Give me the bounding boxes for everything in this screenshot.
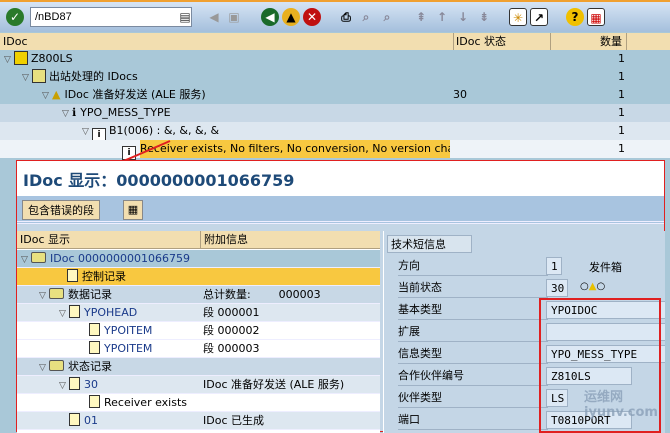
idoc-tree-row[interactable]: ▽ YPOHEAD 段 000001 [17, 304, 380, 322]
document-icon [69, 377, 80, 390]
label-direction: 方向 [398, 256, 548, 276]
tree-row[interactable]: ▽ ▲ IDoc 准备好发送 (ALE 服务) 30 1 [0, 86, 670, 104]
back-icon[interactable]: ◀ [261, 8, 279, 26]
idoc-tree-row[interactable]: ▽ 状态记录 [17, 358, 380, 376]
document-icon [67, 269, 78, 282]
top-tree-header: IDoc IDoc 状态 数量 [0, 33, 670, 51]
first-page-icon[interactable]: ⇞ [412, 8, 430, 26]
label-partner-number: 合作伙伴编号 [398, 366, 548, 386]
command-field[interactable] [30, 7, 192, 27]
tree-row[interactable]: ▽ ℹ YPO_MESS_TYPE 1 [0, 104, 670, 122]
document-icon [89, 395, 100, 408]
document-icon [89, 341, 100, 354]
tree-row[interactable]: ▽ Z800LS 1 [0, 50, 670, 68]
idoc-tree-row[interactable]: ▽ 30 IDoc 准备好发送 (ALE 服务) [17, 376, 380, 394]
status-light-icon: ○▲○ [580, 281, 606, 292]
label-port: 端口 [398, 410, 548, 430]
folder-icon [31, 252, 46, 263]
label-partner-type: 伙伴类型 [398, 388, 548, 408]
folder-icon [49, 288, 64, 299]
new-session-icon[interactable]: ✳ [509, 8, 527, 26]
find-icon[interactable]: ⌕ [357, 8, 375, 26]
idoc-tree-row[interactable]: ▽ 数据记录 总计数量: 000003 [17, 286, 380, 304]
prev-page-icon[interactable]: ↑ [433, 8, 451, 26]
find-next-icon[interactable]: ⌕ [378, 8, 396, 26]
direction-text: 发件箱 [589, 261, 622, 274]
label-message-type: 信息类型 [398, 344, 548, 364]
idoc-tree-row[interactable]: 01 IDoc 已生成 [17, 412, 380, 430]
layout-icon[interactable]: ▦ [587, 8, 605, 26]
outbound-icon [32, 69, 46, 83]
idoc-tree: IDoc 显示 附加信息 ▽ IDoc 0000000001066759 控制记录 ▽… [17, 231, 380, 433]
status-field[interactable]: 30 [546, 279, 568, 297]
error-segments-button[interactable]: 包含错误的段 [22, 200, 100, 220]
document-icon [89, 323, 100, 336]
warning-icon: ▲ [52, 88, 61, 101]
tech-info-pane: 技术短信息 方向 1 发件箱 当前状态 30 ○▲○ 基本类型 YPOIDOC … [383, 231, 666, 433]
back-arrow-icon[interactable]: ◀ [205, 8, 223, 26]
right-margin [665, 158, 670, 432]
help-icon[interactable]: ? [566, 8, 584, 26]
col-additional-info[interactable]: 附加信息 [200, 231, 380, 249]
table-settings-icon[interactable]: ▦ [123, 200, 143, 220]
idoc-tree-row[interactable]: YPOITEM 段 000002 [17, 322, 380, 340]
col-idoc[interactable]: IDoc [3, 33, 28, 50]
standard-toolbar: ✓ ▤ ◀ ▣ ◀ ▲ ✕ ⎙ ⌕ ⌕ ⇞ ↑ ↓ ⇟ ✳ ↗ ? ▦ [0, 0, 670, 32]
page-title: IDoc 显示：0000000001066759 [17, 161, 664, 196]
enter-icon[interactable]: ✓ [6, 8, 24, 26]
label-basic-type: 基本类型 [398, 300, 548, 320]
idoc-tree-row[interactable]: Receiver exists [17, 394, 380, 412]
exit-icon[interactable]: ▲ [282, 8, 300, 26]
idoc-tree-row[interactable]: YPOITEM 段 000003 [17, 340, 380, 358]
watermark: 运维网 iyunv.com [584, 390, 658, 420]
col-idoc-display[interactable]: IDoc 显示 [17, 231, 200, 249]
cancel-icon[interactable]: ✕ [303, 8, 321, 26]
print-icon[interactable]: ⎙ [337, 8, 355, 26]
message-type-icon: ℹ [72, 106, 77, 119]
app-toolbar: 包含错误的段 ▦ [17, 196, 664, 224]
system-icon [14, 51, 28, 65]
document-icon [69, 413, 80, 426]
idoc-tree-row[interactable]: 控制记录 [17, 268, 380, 286]
save-icon[interactable]: ▣ [225, 8, 243, 26]
next-page-icon[interactable]: ↓ [454, 8, 472, 26]
command-dropdown-icon[interactable]: ▤ [176, 8, 194, 26]
tree-row[interactable]: ▽ 出站处理的 IDocs 1 [0, 68, 670, 86]
idoc-tree-row[interactable]: ▽ IDoc 0000000001066759 [17, 250, 380, 268]
direction-field[interactable]: 1 [546, 257, 562, 275]
folder-icon [49, 360, 64, 371]
label-extension: 扩展 [398, 322, 548, 342]
tab-tech-info[interactable]: 技术短信息 [387, 235, 472, 253]
last-page-icon[interactable]: ⇟ [475, 8, 493, 26]
shortcut-icon[interactable]: ↗ [530, 8, 548, 26]
document-icon [69, 305, 80, 318]
col-status[interactable]: IDoc 状态 [453, 33, 550, 50]
col-count[interactable]: 数量 [550, 33, 627, 50]
idoc-display-panel: IDoc 显示：0000000001066759 包含错误的段 ▦ IDoc 显… [16, 160, 666, 433]
label-status: 当前状态 [398, 278, 548, 298]
